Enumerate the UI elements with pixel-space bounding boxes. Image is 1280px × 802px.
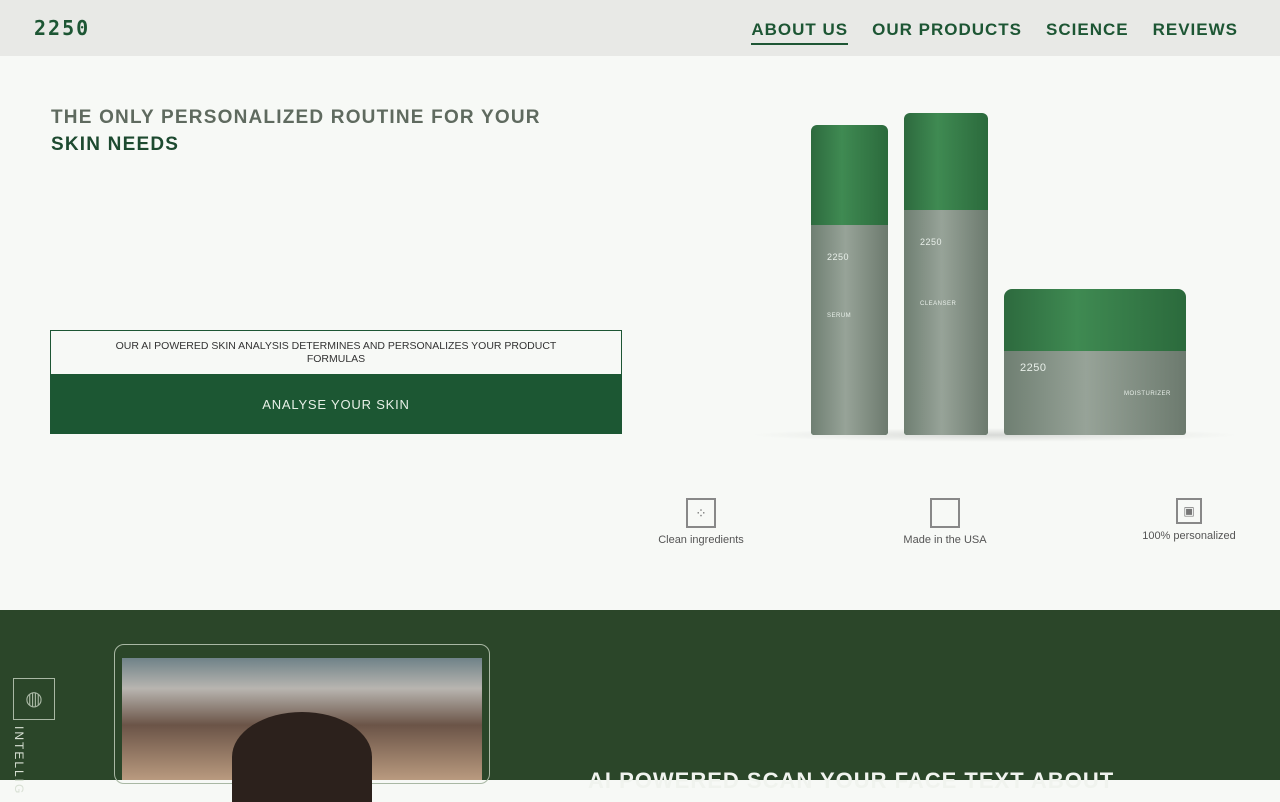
molecules-icon: ⁘ xyxy=(686,498,716,528)
top-nav: 2250 ABOUT US OUR PRODUCTS SCIENCE REVIE… xyxy=(0,0,1280,56)
bottle-logo: 2250 xyxy=(827,252,850,262)
face-photo-subject xyxy=(232,712,372,802)
moisturizer-jar: 2250 MOISTURIZER xyxy=(1004,289,1186,435)
feature-clean-ingredients: ⁘ Clean ingredients xyxy=(631,498,771,546)
feature-made-in-usa: Made in the USA xyxy=(875,498,1015,546)
hero-title-line2: SKIN NEEDS xyxy=(51,134,180,155)
ai-scan-headline: AI POWERED SCAN YOUR FACE TEXT ABOUT xyxy=(588,768,1115,793)
nav-about-us[interactable]: ABOUT US xyxy=(751,20,849,45)
feature-label: 100% personalized xyxy=(1142,530,1236,542)
moisturizer-label: MOISTURIZER xyxy=(1124,391,1171,397)
cta-box: OUR AI POWERED SKIN ANALYSIS DETERMINES … xyxy=(50,330,622,434)
cta-description: OUR AI POWERED SKIN ANALYSIS DETERMINES … xyxy=(115,339,557,365)
side-label: INTELLIG xyxy=(12,726,26,796)
serum-label: SERUM xyxy=(827,313,852,319)
feature-label: Made in the USA xyxy=(903,534,987,546)
nav-links: ABOUT US OUR PRODUCTS SCIENCE REVIEWS xyxy=(751,20,1238,45)
cleanser-bottle: 2250 CLEANSER xyxy=(904,113,988,435)
feature-label: Clean ingredients xyxy=(658,534,744,546)
jar-icon: ▣ xyxy=(1176,498,1202,524)
bottle-logo: 2250 xyxy=(920,237,943,247)
nav-science[interactable]: SCIENCE xyxy=(1046,20,1129,45)
serum-bottle: 2250 SERUM xyxy=(811,125,888,435)
brain-icon: ◍ xyxy=(13,678,55,720)
cleanser-label: CLEANSER xyxy=(920,301,957,307)
jar-logo: 2250 xyxy=(1020,362,1047,374)
analyse-skin-button[interactable]: ANALYSE YOUR SKIN xyxy=(51,374,621,434)
feature-personalized: ▣ 100% personalized xyxy=(1119,498,1259,542)
hero-title-line1: THE ONLY PERSONALIZED ROUTINE FOR YOUR xyxy=(51,107,541,128)
flag-icon xyxy=(930,498,960,528)
hero-title: THE ONLY PERSONALIZED ROUTINE FOR YOUR S… xyxy=(51,104,541,158)
brand-logo[interactable]: 2250 xyxy=(34,16,90,40)
nav-reviews[interactable]: REVIEWS xyxy=(1153,20,1238,45)
nav-our-products[interactable]: OUR PRODUCTS xyxy=(872,20,1022,45)
